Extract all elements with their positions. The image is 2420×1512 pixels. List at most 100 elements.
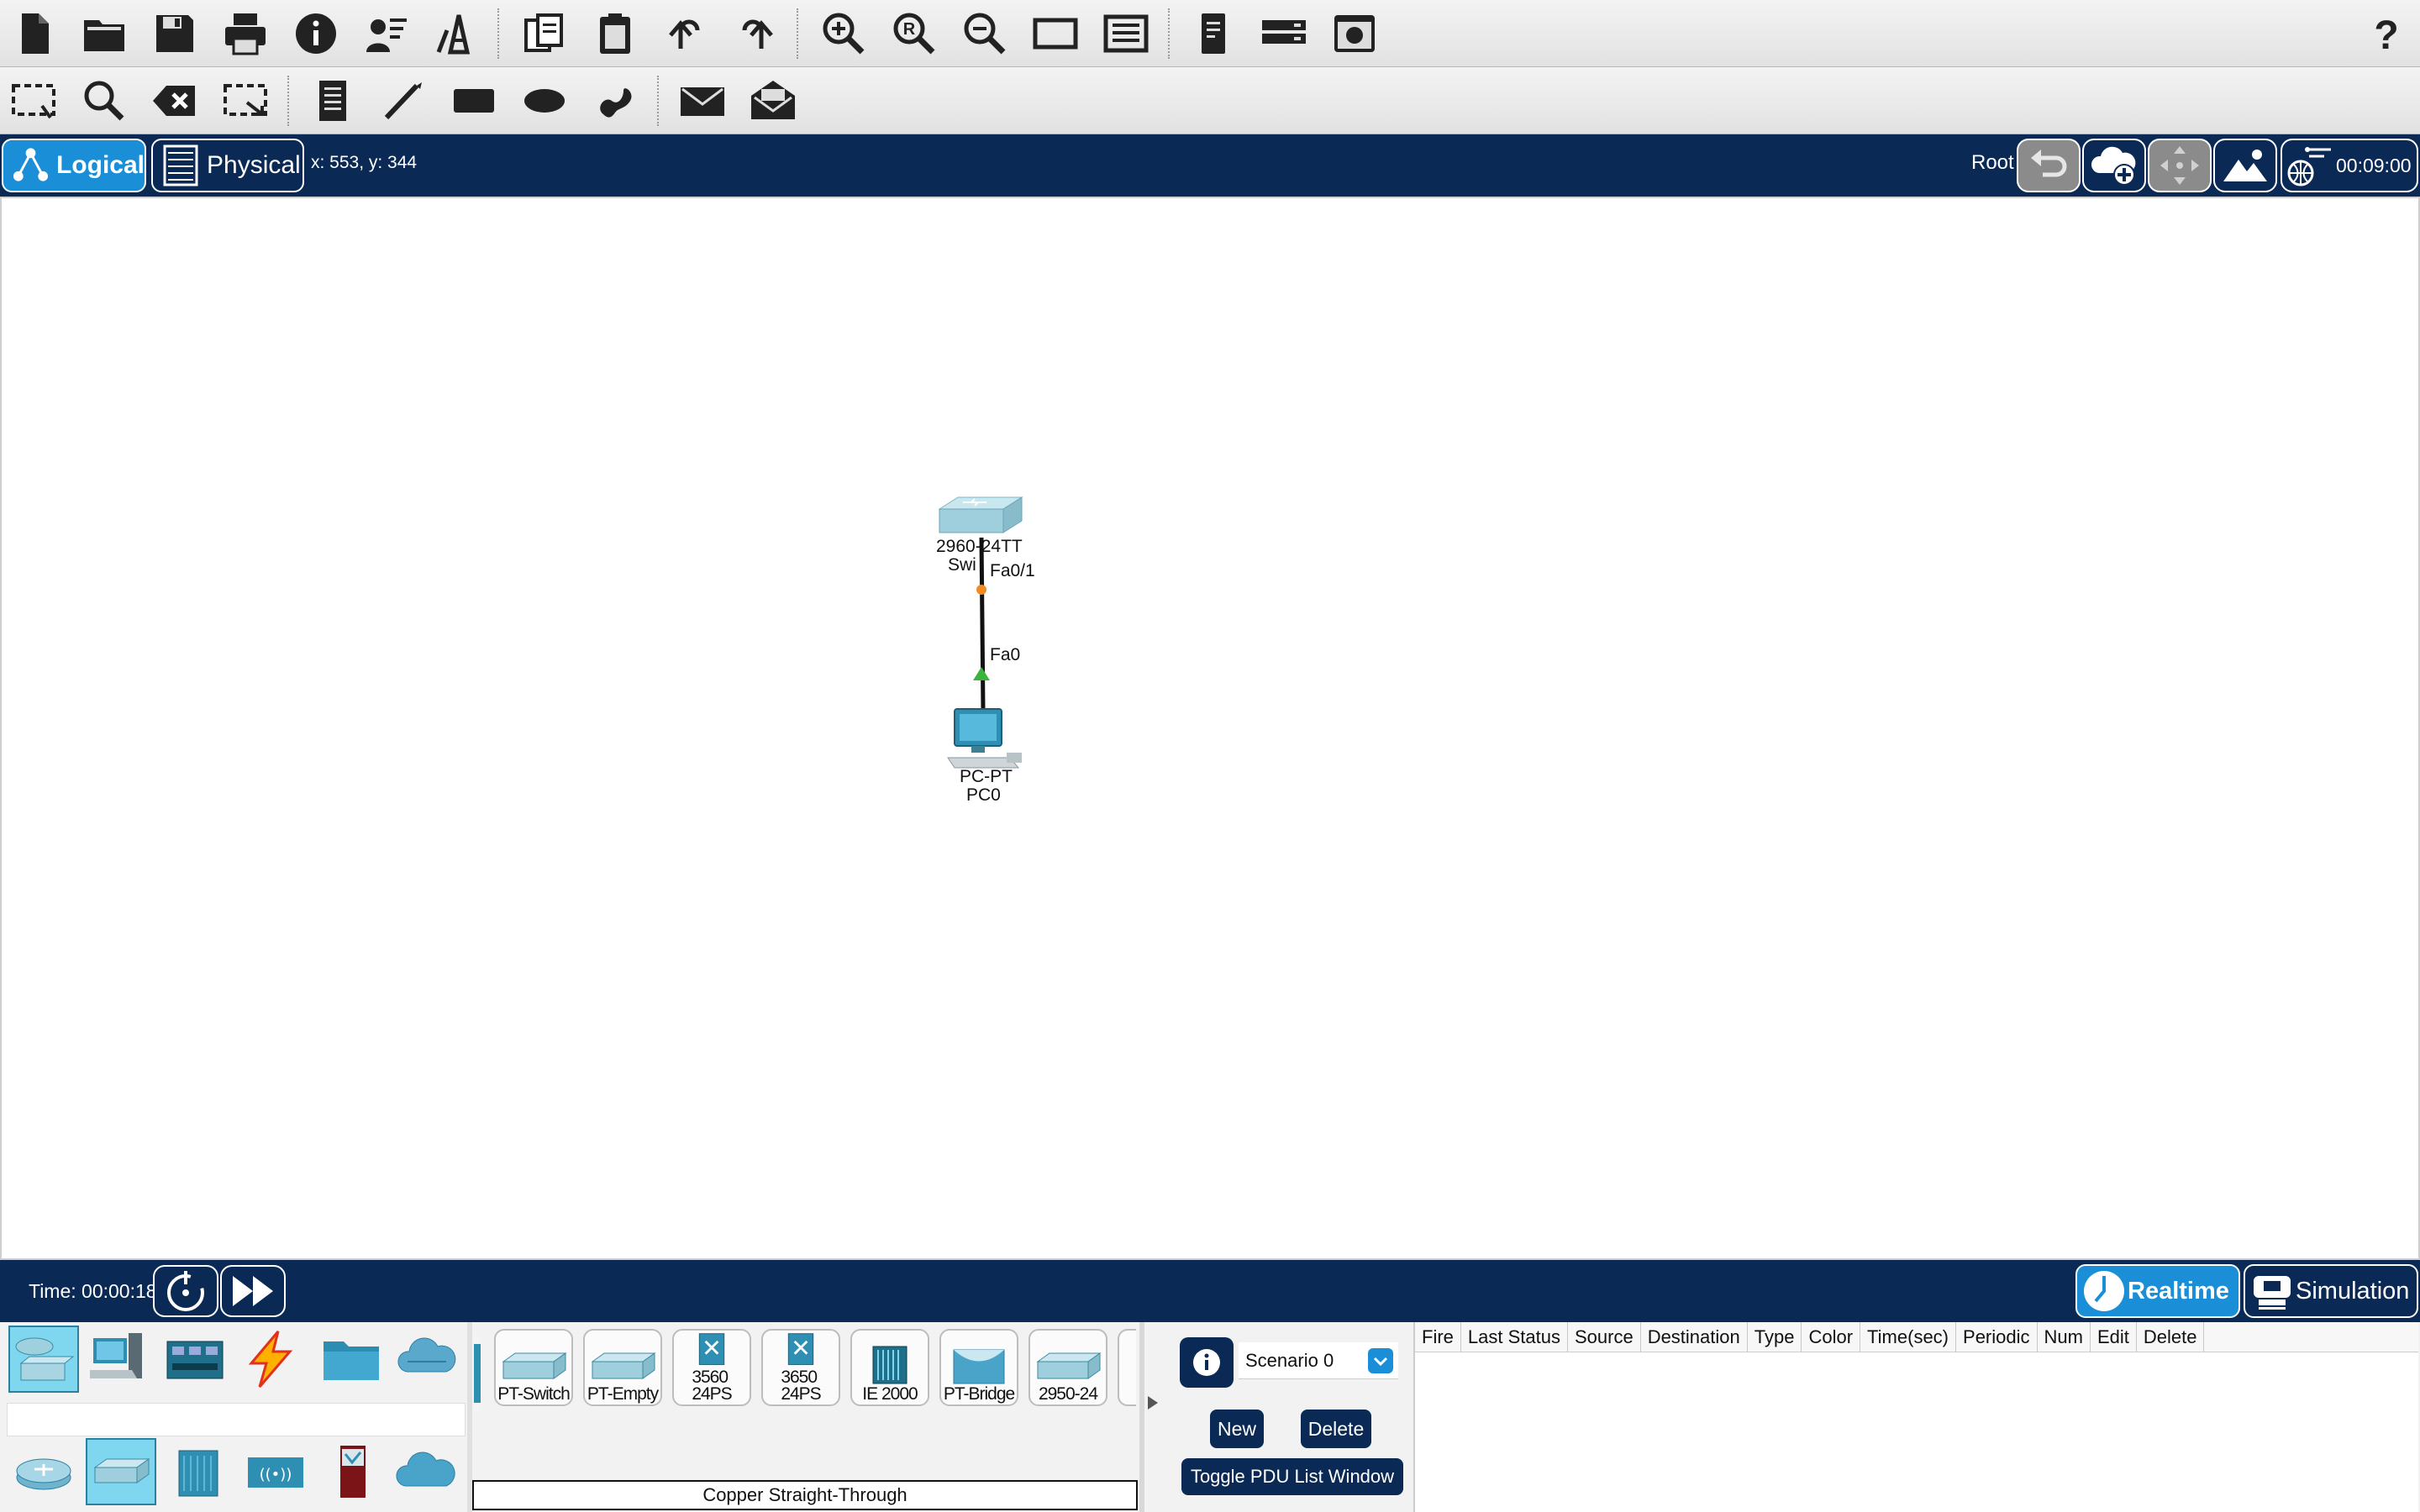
zoom-reset-icon[interactable]: R [886,7,943,60]
undo-icon[interactable] [657,7,714,60]
add-simple-pdu-icon[interactable] [674,74,731,128]
device-pt-switch[interactable]: PT-Switch [494,1329,573,1406]
toolbar-divider [657,76,659,126]
select-tool-icon[interactable] [5,74,62,128]
toggle-pdu-list-button[interactable]: Toggle PDU List Window [1181,1458,1403,1495]
device-pt-empty[interactable]: PT-Empty [583,1329,662,1406]
multilayer-switch-icon [698,1333,725,1365]
category-connections[interactable] [235,1326,306,1393]
column-header[interactable]: Delete [2137,1322,2205,1352]
info-icon[interactable] [287,7,345,60]
delete-tool-icon[interactable] [146,74,203,128]
pc-device[interactable] [946,707,1025,774]
help-icon[interactable]: ? [2358,7,2415,60]
place-note-icon[interactable] [304,74,361,128]
category-components[interactable] [160,1326,230,1393]
column-header[interactable]: Destination [1641,1322,1748,1352]
column-header[interactable]: Fire [1415,1322,1461,1352]
switch-category-icon [93,1458,150,1483]
device-pt-bridge[interactable]: PT-Bridge [939,1329,1018,1406]
root-label: Root [1971,151,2014,174]
simulation-time-bar: Time: 00:00:18 Realtime Simulation [0,1260,2420,1322]
device-3650-24ps[interactable]: 3650 24PS [761,1329,840,1406]
zoom-in-icon[interactable] [815,7,872,60]
web-browser-icon[interactable] [1326,7,1383,60]
resize-tool-icon[interactable] [217,74,274,128]
inspect-icon[interactable] [76,74,133,128]
new-file-icon[interactable] [5,7,62,60]
draw-rectangle-icon[interactable] [445,74,502,128]
logical-view-button[interactable]: Logical [2,139,146,192]
pc-model-label: PC-PT [960,767,1013,786]
custom-devices-icon[interactable] [429,7,486,60]
device-partial-next[interactable] [1118,1329,1136,1406]
scenario-info-button[interactable] [1180,1337,1234,1388]
scroll-left-indicator[interactable] [474,1336,481,1411]
subcategory-switches[interactable] [86,1438,156,1505]
toolbar-divider [497,8,499,59]
viewport-clock[interactable]: 00:09:00 [2281,139,2418,192]
link-status-orange-icon [976,585,986,595]
fast-forward-time-button[interactable] [220,1265,286,1317]
subcategory-wan-emulation[interactable] [392,1438,462,1505]
power-cycle-devices-button[interactable] [153,1265,218,1317]
switch-device[interactable] [938,496,1023,538]
cloud-plus-icon [2091,146,2136,186]
scenario-select[interactable]: Scenario 0 [1239,1342,1398,1379]
realtime-mode-button[interactable]: Realtime [2075,1264,2240,1318]
column-header[interactable]: Color [1802,1322,1861,1352]
freeform-icon[interactable] [587,74,644,128]
add-complex-pdu-icon[interactable] [744,74,802,128]
column-header[interactable]: Edit [2091,1322,2137,1352]
column-header[interactable]: Time(sec) [1860,1322,1957,1352]
device-label: PT-Switch [497,1384,571,1404]
subcategory-security[interactable] [318,1438,388,1505]
category-multiuser[interactable] [392,1326,462,1393]
logical-workspace-canvas[interactable]: 2960-24TT Swi Fa0/1 Fa0 PC-PT PC0 [0,197,2420,1260]
copper-cable-link[interactable] [979,537,986,711]
device-3560-24ps[interactable]: 3560 24PS [672,1329,751,1406]
new-cluster-button[interactable] [2082,139,2146,192]
subcategory-wireless-devices[interactable]: ((•)) [240,1438,311,1505]
back-button[interactable] [2017,139,2081,192]
zoom-out-icon[interactable] [956,7,1013,60]
column-header[interactable]: Last Status [1461,1322,1568,1352]
pdu-table-header: Fire Last Status Source Destination Type… [1415,1322,2418,1352]
copy-icon[interactable] [516,7,573,60]
move-object-button[interactable] [2148,139,2212,192]
user-profile-icon[interactable] [358,7,415,60]
device-list-icon[interactable] [1097,7,1155,60]
column-header[interactable]: Source [1568,1322,1641,1352]
column-header[interactable]: Periodic [1956,1322,2038,1352]
draw-line-icon[interactable] [375,74,432,128]
device-ie-2000[interactable]: IE 2000 [850,1329,929,1406]
drawing-palette-icon[interactable] [1027,7,1084,60]
subcategory-routers[interactable] [8,1438,79,1505]
new-scenario-button[interactable]: New [1210,1410,1264,1448]
folder-icon [324,1341,379,1380]
simulation-mode-button[interactable]: Simulation [2244,1264,2418,1318]
chevron-down-icon[interactable] [1368,1348,1393,1373]
subcategory-hubs[interactable] [163,1438,234,1505]
rack-server-icon[interactable] [1255,7,1313,60]
set-background-button[interactable] [2213,139,2277,192]
device-2950-24[interactable]: 2950-24 [1028,1329,1107,1406]
power-cycle-icon [167,1271,204,1311]
cursor-coordinates: x: 553, y: 344 [311,153,418,172]
open-folder-icon[interactable] [76,7,133,60]
physical-view-button[interactable]: Physical [151,139,304,192]
clock-time: 00:09:00 [2336,154,2412,176]
redo-icon[interactable] [728,7,785,60]
category-miscellaneous[interactable] [316,1326,387,1393]
column-header[interactable]: Num [2038,1322,2091,1352]
category-network-devices[interactable] [8,1326,79,1393]
column-header[interactable]: Type [1748,1322,1802,1352]
save-icon[interactable] [146,7,203,60]
view-icon[interactable] [1185,7,1242,60]
delete-scenario-button[interactable]: Delete [1301,1410,1371,1448]
draw-ellipse-icon[interactable] [516,74,573,128]
paste-icon[interactable] [587,7,644,60]
category-end-devices[interactable] [84,1326,155,1393]
move-arrows-icon [2160,146,2199,185]
print-icon[interactable] [217,7,274,60]
